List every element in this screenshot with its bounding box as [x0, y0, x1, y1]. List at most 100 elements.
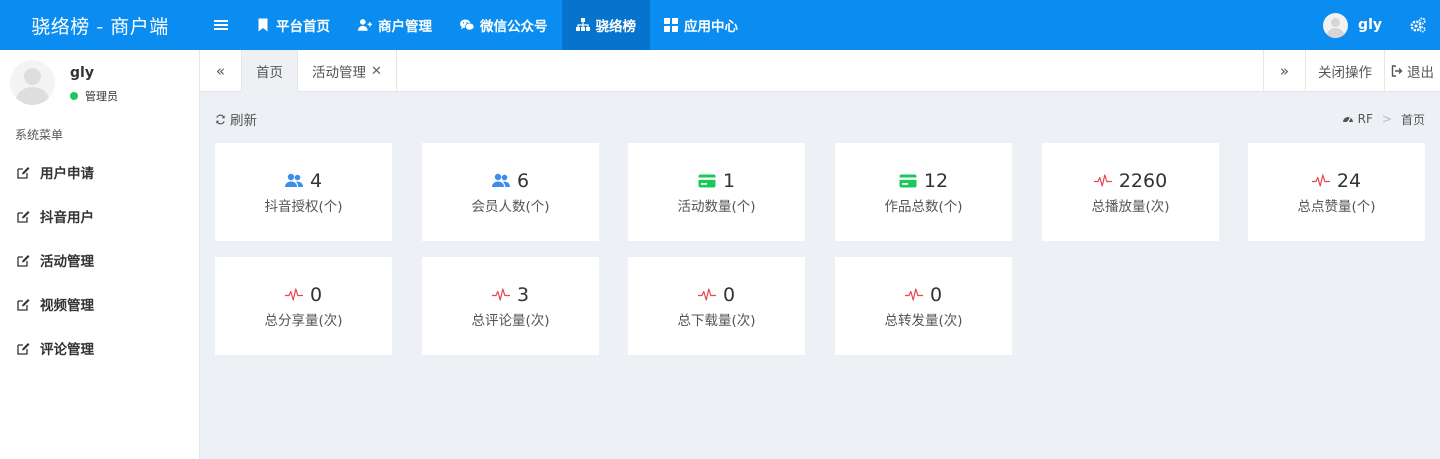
bookmark-icon — [258, 18, 268, 32]
stat-label: 作品总数(个) — [884, 199, 963, 215]
top-right-area: gly — [1309, 0, 1440, 50]
sidebar-item-label: 用户申请 — [40, 166, 94, 182]
stat-value: 0 — [309, 284, 323, 306]
breadcrumb: RF > 首页 — [1342, 111, 1425, 128]
heartbeat-icon — [1312, 173, 1330, 189]
grid-icon — [664, 18, 678, 32]
stat-label: 总转发量(次) — [884, 313, 963, 329]
stat-value: 24 — [1336, 170, 1362, 192]
stat-label: 抖音授权(个) — [264, 199, 343, 215]
main-nav: 平台首页 商户管理 微信公众号 骁络榜 应用中心 — [242, 0, 752, 50]
tab-activity-management[interactable]: 活动管理 ✕ — [298, 50, 397, 92]
tab-home[interactable]: 首页 — [242, 50, 298, 92]
stat-card-activities: 1 活动数量(个) — [628, 143, 805, 241]
stat-value: 0 — [929, 284, 943, 306]
nav-platform-home[interactable]: 平台首页 — [242, 0, 344, 50]
users-icon — [492, 173, 510, 189]
stat-value: 1 — [722, 170, 736, 192]
heartbeat-icon — [492, 287, 510, 303]
stat-card-members: 6 会员人数(个) — [422, 143, 599, 241]
edit-icon — [17, 166, 30, 179]
user-role: 管理员 — [70, 88, 118, 104]
tabs-right-controls: » 关闭操作 退出 — [1263, 50, 1440, 92]
sidebar-toggle-button[interactable] — [200, 0, 242, 50]
edit-icon — [17, 298, 30, 311]
sidebar-item-comment-management[interactable]: 评论管理 — [0, 326, 199, 370]
stat-value: 3 — [516, 284, 530, 306]
edit-icon — [17, 254, 30, 267]
logout-label: 退出 — [1407, 65, 1434, 81]
sidebar-item-video-management[interactable]: 视频管理 — [0, 282, 199, 326]
nav-label: 应用中心 — [684, 19, 738, 35]
refresh-icon — [216, 114, 225, 124]
nav-wechat-official[interactable]: 微信公众号 — [446, 0, 562, 50]
sitemap-icon — [575, 18, 590, 31]
brand-title[interactable]: 骁络榜 - 商户端 — [0, 0, 200, 50]
sidebar-item-activity-management[interactable]: 活动管理 — [0, 238, 199, 282]
heartbeat-icon — [285, 287, 303, 303]
stat-value: 6 — [516, 170, 530, 192]
nav-xiaoluobang[interactable]: 骁络榜 — [561, 0, 650, 50]
stat-label: 总下载量(次) — [677, 313, 756, 329]
stat-value: 4 — [309, 170, 323, 192]
stat-label: 总分享量(次) — [264, 313, 343, 329]
heartbeat-icon — [1094, 173, 1112, 189]
top-user-menu[interactable]: gly — [1309, 0, 1396, 50]
breadcrumb-current: 首页 — [1400, 112, 1425, 127]
stat-card-forwards: 0 总转发量(次) — [835, 257, 1012, 355]
sidebar-item-user-applications[interactable]: 用户申请 — [0, 150, 199, 194]
avatar — [10, 60, 55, 105]
user-name: gly — [70, 65, 94, 81]
tab-label: 首页 — [256, 65, 283, 81]
nav-merchant-management[interactable]: 商户管理 — [344, 0, 446, 50]
sidebar-item-label: 活动管理 — [40, 254, 94, 270]
nav-app-center[interactable]: 应用中心 — [650, 0, 752, 50]
user-panel: gly 管理员 — [0, 50, 199, 118]
logout-button[interactable]: 退出 — [1384, 50, 1440, 92]
stat-card-downloads: 0 总下载量(次) — [628, 257, 805, 355]
stat-value: 2260 — [1118, 170, 1168, 192]
stat-card-douyin-auth: 4 抖音授权(个) — [215, 143, 392, 241]
top-username: gly — [1358, 17, 1382, 33]
stat-card-comments: 3 总评论量(次) — [422, 257, 599, 355]
wechat-icon — [460, 19, 474, 31]
users-icon — [285, 173, 303, 189]
refresh-button[interactable]: 刷新 — [215, 109, 257, 129]
stat-value: 12 — [923, 170, 949, 192]
credit-card-icon — [698, 173, 716, 189]
nav-label: 微信公众号 — [480, 19, 548, 35]
refresh-label: 刷新 — [230, 113, 257, 129]
stat-label: 活动数量(个) — [677, 199, 756, 215]
stat-label: 总播放量(次) — [1091, 199, 1170, 215]
breadcrumb-root[interactable]: RF — [1358, 112, 1373, 126]
nav-label: 平台首页 — [276, 19, 330, 35]
stat-label: 会员人数(个) — [471, 199, 550, 215]
top-navbar: 骁络榜 - 商户端 平台首页 商户管理 微信公众号 骁络榜 应用中心 gly — [0, 0, 1440, 50]
stat-card-likes: 24 总点赞量(个) — [1248, 143, 1425, 241]
stat-card-shares: 0 总分享量(次) — [215, 257, 392, 355]
heartbeat-icon — [905, 287, 923, 303]
stat-card-works: 12 作品总数(个) — [835, 143, 1012, 241]
menu-icon — [214, 20, 228, 30]
settings-button[interactable] — [1396, 0, 1440, 50]
user-plus-icon — [358, 19, 372, 31]
content-header: 刷新 RF > 首页 — [215, 109, 1425, 129]
nav-label: 骁络榜 — [595, 19, 637, 35]
dashboard-icon — [1342, 117, 1353, 123]
stat-card-plays: 2260 总播放量(次) — [1042, 143, 1219, 241]
tab-label: 活动管理 — [312, 65, 366, 81]
close-operations-button[interactable]: 关闭操作 — [1305, 50, 1384, 92]
avatar — [1323, 12, 1349, 38]
main-content: 刷新 RF > 首页 4 抖音授权(个) 6 会员人数(个) 1 活动数量(个)… — [200, 92, 1440, 459]
sidebar-item-label: 视频管理 — [40, 298, 94, 314]
tabs-scroll-left-button[interactable]: « — [200, 50, 242, 92]
user-role-label: 管理员 — [85, 90, 118, 103]
breadcrumb-separator: > — [1381, 112, 1392, 126]
sidebar-item-label: 评论管理 — [40, 342, 94, 358]
tabs-scroll-right-button[interactable]: » — [1263, 50, 1305, 92]
close-icon[interactable]: ✕ — [371, 64, 382, 79]
stat-label: 总点赞量(个) — [1297, 199, 1376, 215]
online-status-icon — [70, 92, 78, 100]
heartbeat-icon — [698, 287, 716, 303]
sidebar-item-douyin-users[interactable]: 抖音用户 — [0, 194, 199, 238]
